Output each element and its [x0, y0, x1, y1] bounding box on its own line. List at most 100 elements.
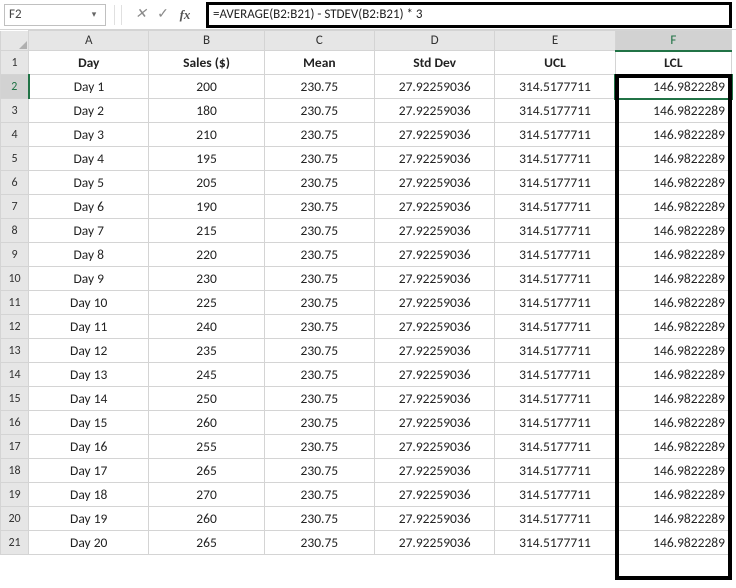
- cell[interactable]: Day 5: [29, 171, 149, 195]
- cell[interactable]: 146.9822289: [615, 99, 731, 123]
- cell[interactable]: Day 7: [29, 219, 149, 243]
- col-header-F[interactable]: F: [615, 31, 731, 51]
- cell[interactable]: 314.5177711: [495, 291, 615, 315]
- cell[interactable]: UCL: [495, 51, 615, 75]
- cell[interactable]: Day 12: [29, 339, 149, 363]
- cell[interactable]: 27.92259036: [375, 243, 495, 267]
- row-header[interactable]: 19: [1, 483, 29, 507]
- cell[interactable]: 146.9822289: [615, 75, 731, 99]
- cell[interactable]: 230.75: [264, 315, 374, 339]
- cell[interactable]: 27.92259036: [375, 99, 495, 123]
- cell[interactable]: 27.92259036: [375, 219, 495, 243]
- cancel-icon[interactable]: ✕: [130, 6, 152, 23]
- cell[interactable]: 314.5177711: [495, 99, 615, 123]
- cell[interactable]: 146.9822289: [615, 195, 731, 219]
- cell[interactable]: 314.5177711: [495, 147, 615, 171]
- cell[interactable]: 195: [149, 147, 264, 171]
- cell[interactable]: 314.5177711: [495, 435, 615, 459]
- row-header[interactable]: 7: [1, 195, 29, 219]
- cell[interactable]: 205: [149, 171, 264, 195]
- cell[interactable]: Day 3: [29, 123, 149, 147]
- cell[interactable]: Day 4: [29, 147, 149, 171]
- cell[interactable]: 220: [149, 243, 264, 267]
- cell[interactable]: Day 19: [29, 507, 149, 531]
- cell[interactable]: 27.92259036: [375, 531, 495, 555]
- cell[interactable]: 230.75: [264, 243, 374, 267]
- cell[interactable]: 146.9822289: [615, 435, 731, 459]
- name-box[interactable]: F2 ▾: [4, 4, 106, 26]
- cell[interactable]: 146.9822289: [615, 363, 731, 387]
- cell[interactable]: 314.5177711: [495, 123, 615, 147]
- cell[interactable]: 27.92259036: [375, 195, 495, 219]
- cell[interactable]: 230: [149, 267, 264, 291]
- cell[interactable]: 314.5177711: [495, 507, 615, 531]
- cell[interactable]: Day 17: [29, 459, 149, 483]
- cell[interactable]: Day: [29, 51, 149, 75]
- row-header[interactable]: 11: [1, 291, 29, 315]
- cell[interactable]: 146.9822289: [615, 171, 731, 195]
- select-all-corner[interactable]: [1, 31, 29, 51]
- cell[interactable]: 146.9822289: [615, 147, 731, 171]
- col-header-D[interactable]: D: [375, 31, 495, 51]
- cell[interactable]: 230.75: [264, 291, 374, 315]
- cell[interactable]: 230.75: [264, 387, 374, 411]
- cell[interactable]: Day 15: [29, 411, 149, 435]
- cell[interactable]: 27.92259036: [375, 267, 495, 291]
- cell[interactable]: Std Dev: [375, 51, 495, 75]
- chevron-down-icon[interactable]: ▾: [87, 9, 101, 20]
- cell[interactable]: 146.9822289: [615, 243, 731, 267]
- cell[interactable]: Day 9: [29, 267, 149, 291]
- row-header[interactable]: 21: [1, 531, 29, 555]
- cell[interactable]: Day 10: [29, 291, 149, 315]
- cell[interactable]: 314.5177711: [495, 75, 615, 99]
- row-header[interactable]: 8: [1, 219, 29, 243]
- cell[interactable]: 265: [149, 531, 264, 555]
- cell[interactable]: 146.9822289: [615, 387, 731, 411]
- cell[interactable]: 314.5177711: [495, 267, 615, 291]
- cell[interactable]: 235: [149, 339, 264, 363]
- cell[interactable]: 180: [149, 99, 264, 123]
- row-header[interactable]: 16: [1, 411, 29, 435]
- cell[interactable]: 314.5177711: [495, 219, 615, 243]
- row-header[interactable]: 13: [1, 339, 29, 363]
- cell[interactable]: Mean: [264, 51, 374, 75]
- cell[interactable]: 314.5177711: [495, 363, 615, 387]
- cell[interactable]: Day 8: [29, 243, 149, 267]
- cell[interactable]: 146.9822289: [615, 507, 731, 531]
- cell[interactable]: 230.75: [264, 483, 374, 507]
- cell[interactable]: 230.75: [264, 123, 374, 147]
- cell[interactable]: 314.5177711: [495, 531, 615, 555]
- cell[interactable]: 230.75: [264, 75, 374, 99]
- cell[interactable]: 314.5177711: [495, 387, 615, 411]
- cell[interactable]: 27.92259036: [375, 291, 495, 315]
- col-header-C[interactable]: C: [264, 31, 374, 51]
- cell[interactable]: 230.75: [264, 219, 374, 243]
- cell[interactable]: 314.5177711: [495, 243, 615, 267]
- cell[interactable]: 27.92259036: [375, 339, 495, 363]
- cell[interactable]: 27.92259036: [375, 75, 495, 99]
- row-header[interactable]: 5: [1, 147, 29, 171]
- row-header[interactable]: 10: [1, 267, 29, 291]
- cell[interactable]: Day 14: [29, 387, 149, 411]
- cell[interactable]: Day 13: [29, 363, 149, 387]
- cell[interactable]: 210: [149, 123, 264, 147]
- row-header[interactable]: 6: [1, 171, 29, 195]
- cell[interactable]: 314.5177711: [495, 483, 615, 507]
- cell[interactable]: 314.5177711: [495, 195, 615, 219]
- row-header[interactable]: 14: [1, 363, 29, 387]
- cell[interactable]: 27.92259036: [375, 507, 495, 531]
- cell[interactable]: Day 2: [29, 99, 149, 123]
- cell[interactable]: 230.75: [264, 435, 374, 459]
- fx-icon[interactable]: fx: [174, 7, 196, 23]
- cell[interactable]: 27.92259036: [375, 171, 495, 195]
- cell[interactable]: 314.5177711: [495, 411, 615, 435]
- row-header[interactable]: 4: [1, 123, 29, 147]
- cell[interactable]: 230.75: [264, 531, 374, 555]
- cell[interactable]: 27.92259036: [375, 123, 495, 147]
- cell[interactable]: 260: [149, 507, 264, 531]
- row-header[interactable]: 20: [1, 507, 29, 531]
- row-header[interactable]: 1: [1, 51, 29, 75]
- cell[interactable]: Day 20: [29, 531, 149, 555]
- row-header[interactable]: 2: [1, 75, 29, 99]
- cell[interactable]: 314.5177711: [495, 459, 615, 483]
